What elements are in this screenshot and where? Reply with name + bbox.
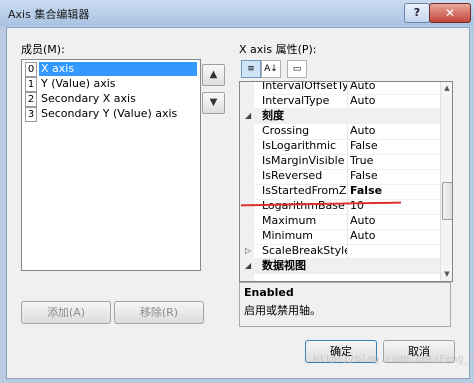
members-list[interactable]: 0 X axis 1 Y (Value) axis 2 Secondary X …: [21, 59, 201, 271]
move-down-button[interactable]: ▼: [202, 92, 225, 114]
property-name: IsStartedFromZer: [254, 183, 348, 199]
category-label: 刻度: [262, 109, 284, 122]
member-index: 3: [25, 107, 37, 122]
close-button[interactable]: ✕: [429, 3, 471, 23]
property-name: IntervalType: [254, 93, 348, 109]
property-pages-icon[interactable]: ▭: [287, 60, 307, 78]
member-index: 1: [25, 77, 37, 92]
expand-icon[interactable]: ▷: [245, 243, 251, 259]
scroll-up-icon[interactable]: ▲: [441, 82, 452, 94]
description-text: 启用或禁用轴。: [244, 304, 321, 317]
member-name: Secondary X axis: [41, 92, 136, 105]
member-index: 0: [25, 62, 37, 77]
property-name: LogarithmBase: [254, 198, 348, 214]
member-name: Y (Value) axis: [41, 77, 116, 90]
grid-scrollbar[interactable]: ▲ ▼: [440, 82, 452, 281]
window-title: Axis 集合编辑器: [8, 8, 90, 21]
property-value[interactable]: False: [348, 168, 442, 184]
property-name: Minimum: [254, 228, 348, 244]
collapse-icon[interactable]: ◢: [245, 108, 251, 124]
help-button[interactable]: ?: [404, 3, 430, 23]
property-value[interactable]: False: [348, 138, 442, 154]
properties-label: X axis 属性(P):: [239, 43, 317, 56]
member-item-y-value-axis[interactable]: 1 Y (Value) axis: [23, 77, 199, 92]
property-value[interactable]: Auto: [348, 213, 442, 229]
category-label: 数据视图: [262, 259, 306, 272]
categorized-icon[interactable]: ≡: [241, 60, 261, 78]
member-name: Secondary Y (Value) axis: [41, 107, 178, 120]
property-name: IsMarginVisible: [254, 153, 348, 169]
watermark: http://blog.csdn.net/Feng_807: [313, 354, 474, 365]
property-value[interactable]: Auto: [348, 228, 442, 244]
description-title: Enabled: [244, 286, 294, 299]
member-item-secondary-y-value-axis[interactable]: 3 Secondary Y (Value) axis: [23, 107, 199, 122]
move-up-button[interactable]: ▲: [202, 64, 225, 86]
member-name: X axis: [39, 62, 197, 76]
property-value[interactable]: 10: [348, 198, 442, 214]
property-name: Crossing: [254, 123, 348, 139]
property-value[interactable]: [348, 243, 442, 259]
property-value[interactable]: Auto: [348, 123, 442, 139]
member-item-x-axis[interactable]: 0 X axis: [23, 62, 199, 77]
scroll-thumb[interactable]: [442, 182, 452, 220]
property-value[interactable]: True: [348, 153, 442, 169]
member-index: 2: [25, 92, 37, 107]
property-name: Maximum: [254, 213, 348, 229]
description-pane: Enabled 启用或禁用轴。: [239, 282, 451, 327]
property-name: IsReversed: [254, 168, 348, 184]
alphabetical-icon[interactable]: A↓: [261, 60, 281, 78]
member-item-secondary-x-axis[interactable]: 2 Secondary X axis: [23, 92, 199, 107]
property-name: IsLogarithmic: [254, 138, 348, 154]
property-name: ScaleBreakStyle: [254, 243, 348, 259]
property-grid[interactable]: IntervalOffsetTyp Auto IntervalType Auto ◢ 刻度…: [239, 81, 453, 282]
collapse-icon[interactable]: ◢: [245, 258, 251, 274]
property-value[interactable]: Auto: [348, 93, 442, 109]
property-category[interactable]: ◢ 刻度: [240, 108, 440, 124]
remove-button[interactable]: 移除(R): [114, 301, 204, 324]
members-label: 成员(M):: [21, 43, 65, 56]
add-button[interactable]: 添加(A): [21, 301, 111, 324]
title-bar: Axis 集合编辑器 ? ✕: [0, 0, 474, 26]
property-category[interactable]: ◢ 数据视图: [240, 258, 440, 274]
property-value[interactable]: False: [348, 183, 442, 199]
property-toolbar: ≡ A↓ ▭: [239, 59, 449, 78]
scroll-down-icon[interactable]: ▼: [441, 268, 452, 280]
